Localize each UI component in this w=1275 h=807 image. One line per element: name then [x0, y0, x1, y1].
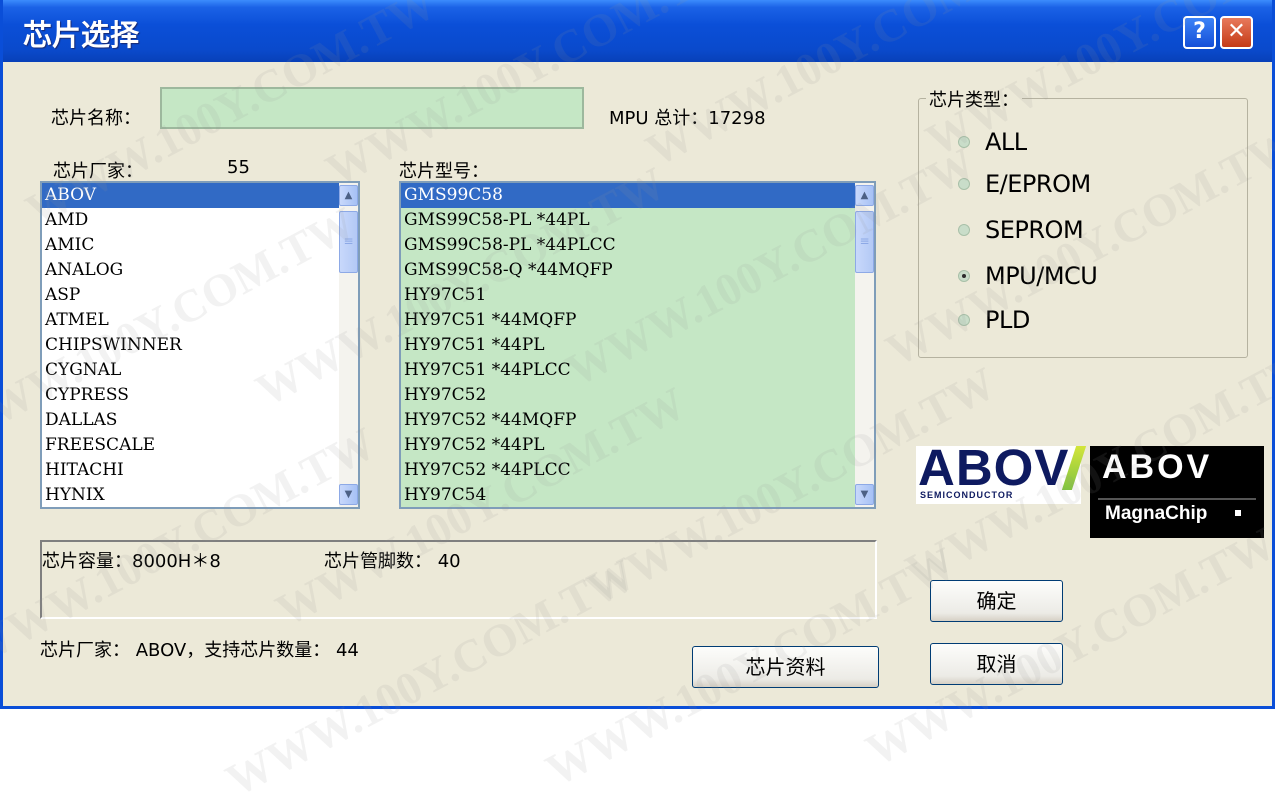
- status-line: 芯片厂家： ABOV，支持芯片数量： 44: [40, 640, 359, 661]
- radio-label[interactable]: PLD: [985, 305, 1030, 335]
- chevron-down-icon[interactable]: ▼: [855, 484, 874, 505]
- vendor-item[interactable]: ATMEL: [42, 308, 339, 333]
- vendor-label: 芯片厂家：: [53, 161, 143, 182]
- vendor-item[interactable]: AMIC: [42, 233, 339, 258]
- vendor-scrollbar[interactable]: ▲ ≡ ▼: [339, 183, 358, 507]
- logo-subtitle: MagnaChip: [1105, 503, 1208, 524]
- close-button[interactable]: ✕: [1220, 16, 1253, 49]
- model-item[interactable]: HY97C52 *44PL: [401, 433, 855, 458]
- chip-info-panel: 芯片容量：8000H＊8 芯片管脚数： 40: [40, 540, 877, 619]
- vendor-items: ABOV AMD AMIC ANALOG ASP ATMEL CHIPSWINNER CYGN…: [42, 183, 339, 507]
- vendor-listbox[interactable]: ABOV AMD AMIC ANALOG ASP ATMEL CHIPSWINNER CYGN…: [40, 181, 360, 509]
- chip-name-input[interactable]: [160, 87, 584, 129]
- vendor-item[interactable]: DALLAS: [42, 408, 339, 433]
- abov-semiconductor-logo: ABOV SEMICONDUCTOR: [916, 440, 1087, 504]
- radio-dot-icon[interactable]: [958, 314, 970, 326]
- radio-dot-icon[interactable]: [958, 136, 970, 148]
- cancel-button[interactable]: 取消: [930, 643, 1063, 685]
- model-item[interactable]: HY97C51: [401, 283, 855, 308]
- radio-dot-icon[interactable]: [958, 270, 970, 282]
- scroll-thumb[interactable]: ≡: [855, 211, 874, 273]
- vendor-item[interactable]: CYGNAL: [42, 358, 339, 383]
- model-items: GMS99C58 GMS99C58-PL *44PL GMS99C58-PL *44…: [401, 183, 855, 507]
- model-item[interactable]: HY97C52: [401, 383, 855, 408]
- watermark-text: WWW.100Y.COM.TW: [857, 517, 1275, 776]
- window-title: 芯片选择: [23, 18, 140, 52]
- logo-wordmark: ABOV: [918, 439, 1070, 496]
- model-item[interactable]: GMS99C58-PL *44PLCC: [401, 233, 855, 258]
- chip-pins-text: 芯片管脚数： 40: [324, 551, 461, 572]
- vendor-item[interactable]: CYPRESS: [42, 383, 339, 408]
- radio-label[interactable]: ALL: [985, 127, 1027, 157]
- logo-wordmark: ABOV: [1102, 448, 1213, 486]
- chip-type-label: 芯片类型：: [926, 86, 1022, 112]
- chip-name-label: 芯片名称：: [51, 108, 141, 129]
- datasheet-button[interactable]: 芯片资料: [692, 646, 879, 688]
- model-item[interactable]: HY97C51 *44MQFP: [401, 308, 855, 333]
- chevron-up-icon[interactable]: ▲: [339, 185, 358, 206]
- model-item[interactable]: HY97C54: [401, 483, 855, 507]
- chip-capacity-text: 芯片容量：8000H＊8: [42, 551, 221, 572]
- vendor-item[interactable]: ABOV: [42, 183, 339, 208]
- model-item[interactable]: GMS99C58: [401, 183, 855, 208]
- chevron-up-icon[interactable]: ▲: [855, 185, 874, 206]
- logo-subtitle: SEMICONDUCTOR: [920, 490, 1014, 500]
- model-item[interactable]: HY97C51 *44PLCC: [401, 358, 855, 383]
- model-item[interactable]: GMS99C58-PL *44PL: [401, 208, 855, 233]
- vendor-item[interactable]: AMD: [42, 208, 339, 233]
- radio-dot-icon[interactable]: [958, 224, 970, 236]
- radio-label[interactable]: MPU/MCU: [985, 261, 1098, 291]
- vendor-item[interactable]: HYNIX: [42, 483, 339, 507]
- radio-dot-icon[interactable]: [958, 178, 970, 190]
- model-listbox[interactable]: GMS99C58 GMS99C58-PL *44PL GMS99C58-PL *44…: [399, 181, 876, 509]
- model-item[interactable]: HY97C52 *44MQFP: [401, 408, 855, 433]
- help-button[interactable]: ?: [1183, 16, 1216, 49]
- close-x-icon: ✕: [1227, 19, 1246, 44]
- model-label: 芯片型号：: [399, 161, 489, 182]
- radio-label[interactable]: SEPROM: [985, 215, 1084, 245]
- mpu-total-text: MPU 总计：17298: [609, 108, 766, 129]
- ok-button[interactable]: 确定: [930, 580, 1063, 622]
- model-scrollbar[interactable]: ▲ ≡ ▼: [855, 183, 874, 507]
- question-mark-icon: ?: [1193, 19, 1206, 44]
- vendor-item[interactable]: ANALOG: [42, 258, 339, 283]
- vendor-count: 55: [227, 157, 250, 178]
- abov-magnachip-logo: ABOV MagnaChip: [1090, 446, 1264, 538]
- model-item[interactable]: HY97C52 *44PLCC: [401, 458, 855, 483]
- logo-dot: [1235, 510, 1241, 516]
- model-item[interactable]: GMS99C58-Q *44MQFP: [401, 258, 855, 283]
- scroll-thumb[interactable]: ≡: [339, 211, 358, 273]
- vendor-item[interactable]: CHIPSWINNER: [42, 333, 339, 358]
- title-bar[interactable]: 芯片选择 ? ✕: [3, 0, 1272, 62]
- chevron-down-icon[interactable]: ▼: [339, 484, 358, 505]
- model-item[interactable]: HY97C51 *44PL: [401, 333, 855, 358]
- vendor-item[interactable]: HITACHI: [42, 458, 339, 483]
- chip-select-dialog: 芯片选择 ? ✕ 芯片名称： MPU 总计：17298 芯片厂家： 55 ABO…: [0, 0, 1275, 806]
- vendor-item[interactable]: ASP: [42, 283, 339, 308]
- radio-label[interactable]: E/EPROM: [985, 169, 1091, 199]
- vendor-item[interactable]: FREESCALE: [42, 433, 339, 458]
